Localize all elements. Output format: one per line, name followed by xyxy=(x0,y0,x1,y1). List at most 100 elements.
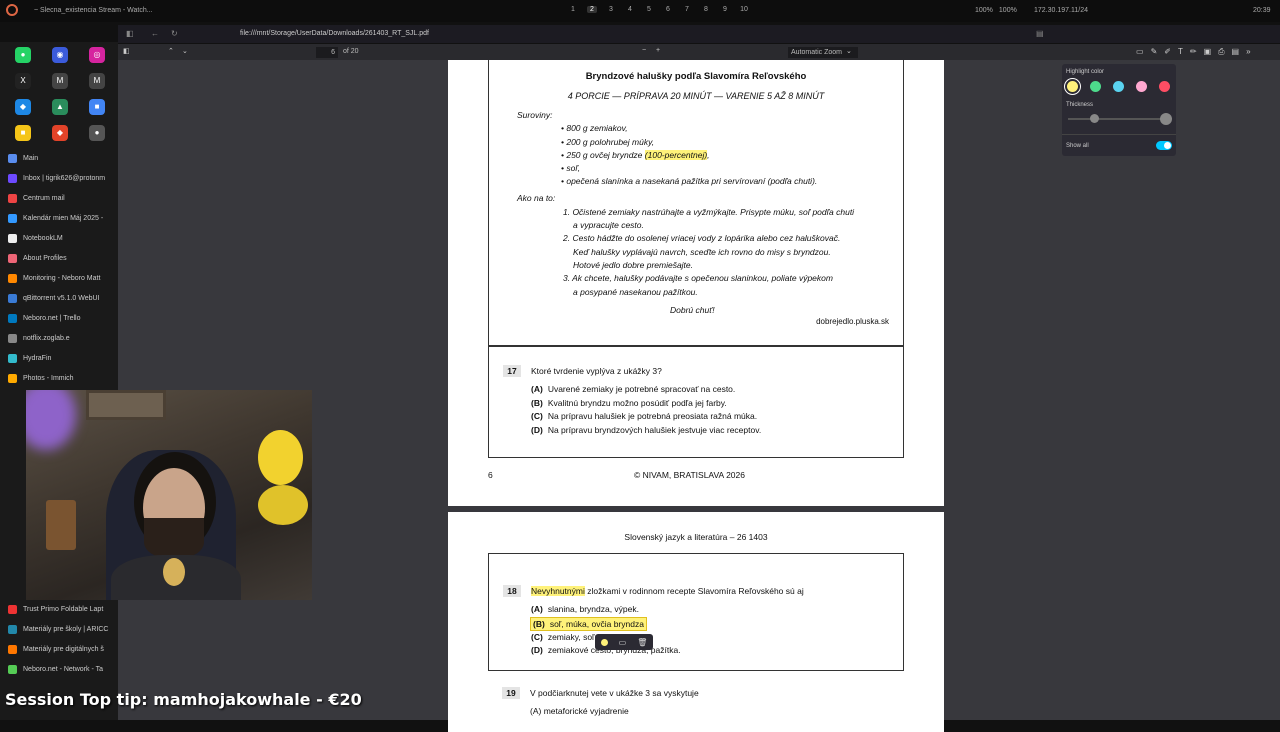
whatsapp-icon[interactable]: ● xyxy=(15,47,31,63)
delete-icon[interactable]: 🗑 xyxy=(637,638,647,647)
sidebar-item[interactable]: Inbox | tigrik626@protonm xyxy=(8,174,118,183)
workspace-10[interactable]: 10 xyxy=(739,6,749,13)
thickness-slider-handle[interactable] xyxy=(1090,114,1099,123)
highlight-color-icon[interactable] xyxy=(600,638,608,646)
tray-status-2: 100% xyxy=(998,7,1017,14)
page-header: Slovenský jazyk a literatúra – 26 1403 xyxy=(624,532,768,542)
reload-icon[interactable]: ↻ xyxy=(171,29,178,38)
answer-option: (A) slanina, bryndza, výpek. xyxy=(531,604,639,614)
page-number-input[interactable]: 6 xyxy=(316,47,338,58)
sidebar-item[interactable]: NotebookLM xyxy=(8,234,118,243)
sidebar-item[interactable]: Centrum mail xyxy=(8,194,118,203)
highlight-color-swatch[interactable] xyxy=(1113,81,1124,92)
divider xyxy=(1062,134,1176,135)
notes-icon[interactable]: ■ xyxy=(15,125,31,141)
messenger-icon[interactable]: ◉ xyxy=(52,47,68,63)
workspace-7[interactable]: 7 xyxy=(682,6,692,13)
user-highlight[interactable]: (100-percentnej) xyxy=(644,150,708,160)
next-page-icon[interactable]: ⌄ xyxy=(182,47,188,55)
save-icon[interactable]: ▤ xyxy=(1232,47,1240,57)
gmail-icon[interactable]: M xyxy=(89,73,105,89)
text-icon[interactable]: T xyxy=(1178,47,1183,57)
comment-icon[interactable]: ▭ xyxy=(619,638,627,647)
print-icon[interactable]: ⎙ xyxy=(1218,47,1224,57)
docs-icon[interactable]: ■ xyxy=(89,99,105,115)
zoom-out-icon[interactable]: − xyxy=(642,47,646,54)
sidebar-item[interactable]: Neboro.net - Network - Ta xyxy=(8,665,118,674)
workspace-3[interactable]: 3 xyxy=(606,6,616,13)
instagram-icon[interactable]: ◎ xyxy=(89,47,105,63)
favicon-icon xyxy=(8,154,17,163)
sidebar-item[interactable]: Monitoring - Neboro Matt xyxy=(8,274,118,283)
workspace-6[interactable]: 6 xyxy=(663,6,673,13)
gitlab-icon[interactable]: ◆ xyxy=(52,125,68,141)
drive-icon[interactable]: ▲ xyxy=(52,99,68,115)
answer-option-highlighted[interactable]: (B) soľ, múka, ovčia bryndza xyxy=(530,617,647,631)
more-tools-icon[interactable]: » xyxy=(1246,47,1250,57)
shelf xyxy=(46,500,76,550)
recipe-box: Bryndzové halušky podľa Slavomíra Reľovs… xyxy=(488,60,904,346)
sidebar-item[interactable]: Materiály pre školy | ARICC xyxy=(8,625,118,634)
chat-icon[interactable]: ◆ xyxy=(15,99,31,115)
question-text: V podčiarknutej vete v ukážke 3 sa vysky… xyxy=(530,688,699,698)
wall-picture xyxy=(86,390,166,420)
image-icon[interactable]: ▣ xyxy=(1204,47,1212,57)
sidebar-item[interactable]: qBittorrent v5.1.0 WebUI xyxy=(8,294,118,303)
recipe-closing: Dobrú chuť! xyxy=(670,305,715,315)
sidebar-item[interactable]: Kalendár mien Máj 2025 - xyxy=(8,214,118,223)
workspace-1[interactable]: 1 xyxy=(568,6,578,13)
highlight-color-swatch[interactable] xyxy=(1090,81,1101,92)
pdf-annotation-tools: ▭ ✎ ✐ T ✏ ▣ ⎙ ▤ » xyxy=(1136,47,1251,57)
thickness-slider[interactable] xyxy=(1068,118,1166,120)
gmail-icon[interactable]: M xyxy=(52,73,68,89)
option-text: Kvalitnú bryndzu možno posúdiť podľa jej… xyxy=(547,398,727,408)
workspace-4[interactable]: 4 xyxy=(625,6,635,13)
sidebar-item[interactable]: notflix.zoglab.e xyxy=(8,334,118,343)
draw-icon[interactable]: ✏ xyxy=(1190,47,1197,57)
signature-icon[interactable]: ✎ xyxy=(1151,47,1158,57)
x-icon[interactable]: X xyxy=(15,73,31,89)
system-logo-icon[interactable] xyxy=(6,4,18,16)
question-18: 18 Nevyhnutnými zložkami v rodinnom rece… xyxy=(488,553,904,671)
favicon-icon xyxy=(8,274,17,283)
sidebar-item-label: Photos - Immich xyxy=(23,375,74,382)
ingredient: • 200 g polohrubej múky, xyxy=(561,137,655,147)
favicon-icon xyxy=(8,665,17,674)
highlight-color-swatch[interactable] xyxy=(1159,81,1170,92)
github-icon[interactable]: ● xyxy=(89,125,105,141)
sidebar-item-label: Neboro.net | Trello xyxy=(23,315,81,322)
workspace-2[interactable]: 2 xyxy=(587,6,597,13)
user-highlight[interactable]: Nevyhnutnými xyxy=(531,586,585,596)
sidebar-toggle-icon[interactable]: ◧ xyxy=(126,29,134,38)
reader-view-icon[interactable]: ▤ xyxy=(1036,29,1044,38)
favicon-icon xyxy=(8,254,17,263)
workspace-8[interactable]: 8 xyxy=(701,6,711,13)
workspace-switcher[interactable]: 1 2 3 4 5 6 7 8 9 10 xyxy=(568,6,749,13)
ingredient: • 250 g ovčej bryndze (100-percentnej), xyxy=(561,150,710,160)
highlight-color-swatch[interactable] xyxy=(1067,81,1078,92)
answer-option: (C) zemiaky, soľ xyxy=(531,632,595,642)
recipe-title: Bryndzové halušky podľa Slavomíra Reľovs… xyxy=(585,71,807,82)
url-input[interactable]: file:///mnt/Storage/UserData/Downloads/2… xyxy=(240,30,429,37)
sidebar-item[interactable]: Photos - Immich xyxy=(8,374,118,383)
highlight-icon[interactable]: ✐ xyxy=(1164,47,1171,57)
sidebar-item[interactable]: Neboro.net | Trello xyxy=(8,314,118,323)
pdf-sidebar-toggle-icon[interactable]: ◧ xyxy=(123,47,130,55)
sidebar-item[interactable]: Main xyxy=(8,154,118,163)
comment-icon[interactable]: ▭ xyxy=(1136,47,1144,57)
ingredient: • 800 g zemiakov, xyxy=(561,123,628,133)
back-icon[interactable]: ← xyxy=(151,29,159,38)
workspace-5[interactable]: 5 xyxy=(644,6,654,13)
show-all-toggle[interactable] xyxy=(1156,141,1172,150)
previous-page-icon[interactable]: ⌃ xyxy=(168,47,174,55)
highlight-color-swatch[interactable] xyxy=(1136,81,1147,92)
zoom-in-icon[interactable]: + xyxy=(656,47,660,54)
workspace-9[interactable]: 9 xyxy=(720,6,730,13)
sidebar-item-label: notflix.zoglab.e xyxy=(23,335,70,342)
webcam-overlay xyxy=(26,390,312,600)
clock[interactable]: 20:39 xyxy=(1253,7,1271,14)
sidebar-item[interactable]: Trust Primo Foldable Lapt xyxy=(8,605,118,614)
sidebar-item[interactable]: About Profiles xyxy=(8,254,118,263)
sidebar-item[interactable]: Materiály pre digitálnych š xyxy=(8,645,118,654)
sidebar-item[interactable]: HydraFin xyxy=(8,354,118,363)
